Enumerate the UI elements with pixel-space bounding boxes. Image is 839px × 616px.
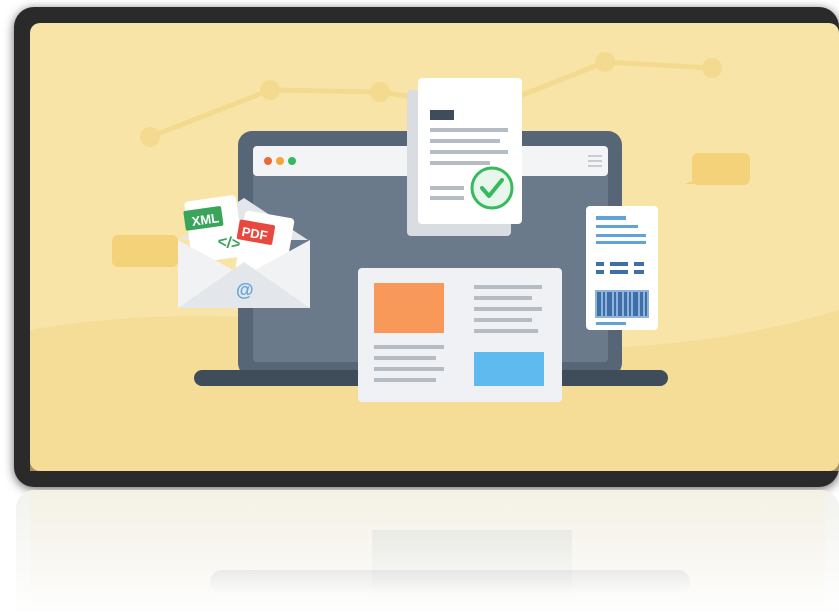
reflection-laptop: [210, 570, 690, 594]
barcode-icon: [595, 290, 649, 318]
window-dot-red: [264, 157, 272, 165]
reflection: [16, 490, 839, 616]
receipt: [586, 206, 658, 330]
checkmark-icon: [470, 166, 514, 210]
orange-block: [374, 283, 444, 333]
speech-bubble-right: [684, 153, 750, 185]
window-dot-yellow: [276, 157, 284, 165]
at-sign-label: @: [236, 280, 254, 300]
reflection-screen: [30, 490, 825, 616]
hamburger-menu-icon: [588, 155, 602, 167]
approved-document: [407, 78, 522, 236]
speech-bubble-left: [112, 235, 178, 267]
layout-card: [358, 268, 562, 402]
window-dot-green: [288, 157, 296, 165]
blue-block: [474, 352, 544, 386]
